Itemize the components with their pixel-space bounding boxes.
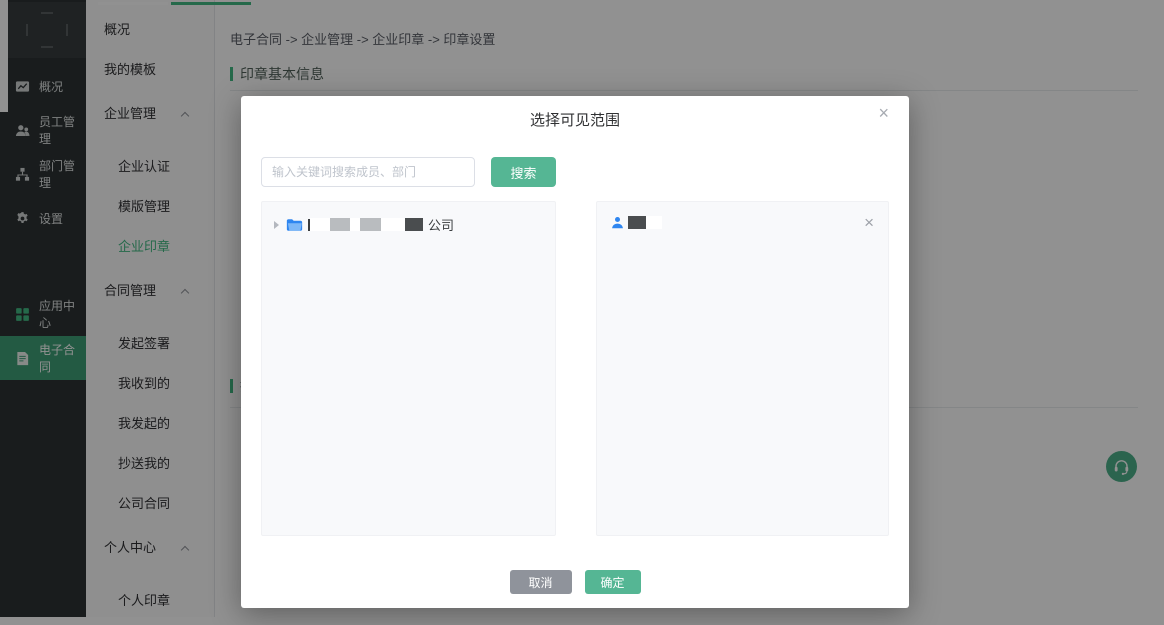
remove-member-icon[interactable]: × bbox=[864, 214, 874, 231]
cancel-button[interactable]: 取消 bbox=[510, 570, 572, 594]
dialog-footer: 取消 确定 bbox=[241, 570, 909, 594]
redaction-block bbox=[330, 218, 350, 231]
confirm-button[interactable]: 确定 bbox=[585, 570, 641, 594]
tree-node-company[interactable]: 公司 bbox=[262, 202, 555, 247]
folder-icon bbox=[286, 218, 303, 232]
redaction-block bbox=[405, 218, 423, 231]
company-name-redacted bbox=[308, 218, 423, 231]
redaction-block bbox=[310, 218, 330, 231]
company-name-suffix: 公司 bbox=[428, 215, 454, 234]
dialog-title: 选择可见范围 bbox=[241, 109, 909, 130]
redaction-block bbox=[350, 218, 360, 231]
member-name-redacted bbox=[628, 216, 662, 229]
redaction-block bbox=[360, 218, 381, 231]
selected-members-panel: × bbox=[596, 201, 889, 536]
expand-caret-icon[interactable] bbox=[274, 221, 279, 229]
org-tree-panel: 公司 bbox=[261, 201, 556, 536]
selected-member-row: × bbox=[597, 202, 888, 243]
redaction-block bbox=[646, 216, 662, 229]
search-button[interactable]: 搜索 bbox=[491, 157, 556, 187]
redaction-block bbox=[381, 218, 405, 231]
dialog-close-icon[interactable]: × bbox=[878, 104, 889, 122]
app-window: 概况 员工管理 部门管理 设置 bbox=[0, 0, 1164, 625]
person-icon bbox=[611, 216, 624, 229]
visibility-scope-dialog: 选择可见范围 × 搜索 公司 bbox=[241, 96, 909, 608]
redaction-block bbox=[628, 216, 646, 229]
search-input[interactable] bbox=[261, 157, 475, 187]
